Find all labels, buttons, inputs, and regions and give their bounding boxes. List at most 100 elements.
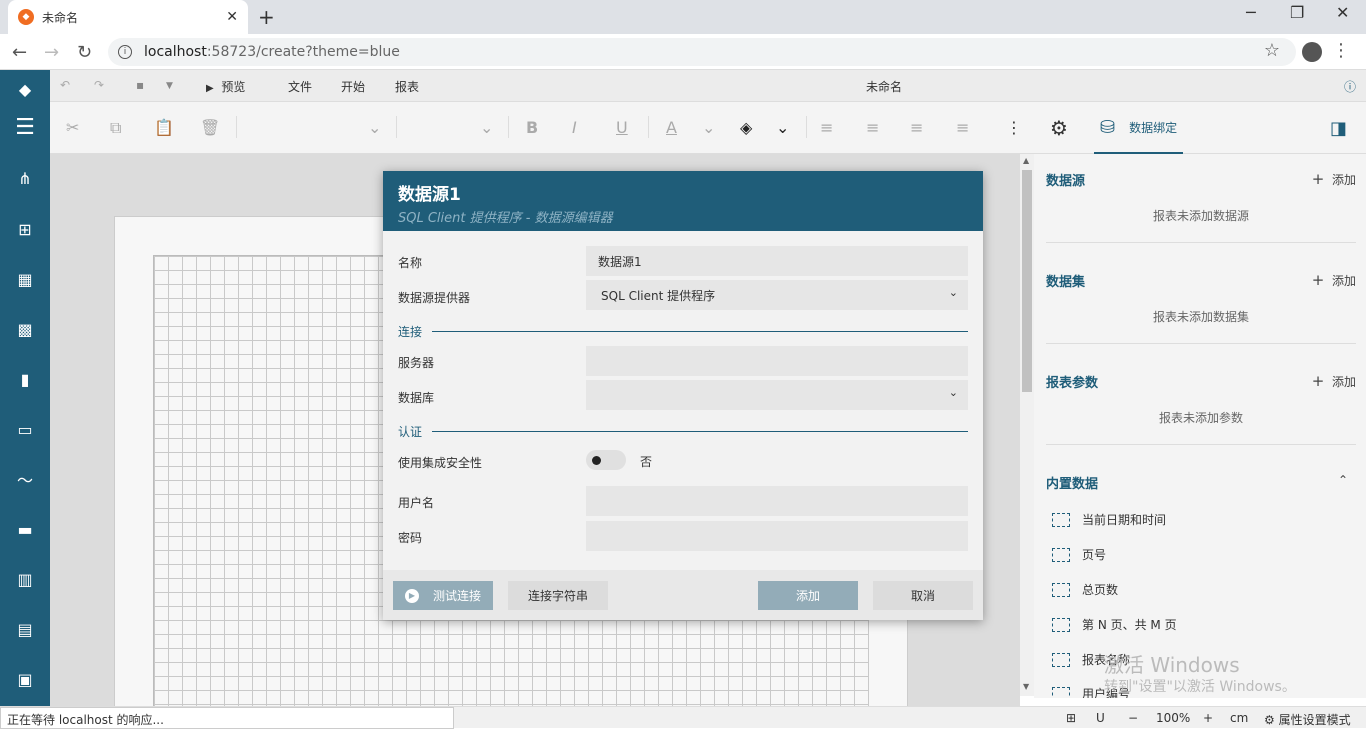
barcode-icon[interactable]: ▥ bbox=[13, 567, 37, 591]
minimize-icon[interactable]: ─ bbox=[1246, 3, 1256, 22]
add-parameter-button[interactable]: + 添加 bbox=[1312, 372, 1356, 390]
list-item[interactable]: 总页数 bbox=[1052, 581, 1118, 598]
integrated-security-toggle[interactable] bbox=[586, 450, 626, 470]
list-item[interactable]: 第 N 页、共 M 页 bbox=[1052, 616, 1177, 633]
italic-icon[interactable]: I bbox=[572, 118, 577, 137]
undo-icon[interactable]: ↶ bbox=[60, 78, 70, 92]
save-dropdown-icon[interactable]: ▼ bbox=[166, 81, 173, 91]
database-select[interactable]: ⌄ bbox=[586, 380, 968, 410]
property-mode-button[interactable]: ⚙ 属性设置模式 bbox=[1264, 711, 1351, 728]
divider bbox=[396, 116, 397, 138]
hamburger-menu-icon[interactable]: ☰ bbox=[13, 115, 37, 140]
save-icon[interactable]: ▪ bbox=[136, 78, 144, 92]
justify-icon[interactable]: ≡ bbox=[956, 118, 969, 137]
properties-gear-icon[interactable]: ⚙ bbox=[1050, 102, 1068, 154]
add-dataset-button[interactable]: + 添加 bbox=[1312, 271, 1356, 289]
server-input[interactable] bbox=[586, 346, 968, 376]
fill-color-dropdown-icon[interactable]: ⌄ bbox=[776, 118, 789, 137]
image-icon[interactable]: ▣ bbox=[13, 667, 37, 691]
app-logo-icon: ◆ bbox=[18, 79, 32, 99]
table-icon[interactable]: ▦ bbox=[13, 267, 37, 291]
tab-report[interactable]: 报表 bbox=[395, 78, 419, 95]
integrated-security-label: 使用集成安全性 bbox=[398, 456, 483, 470]
delete-icon[interactable]: 🗑 bbox=[200, 118, 220, 137]
textbox-icon[interactable]: ▭ bbox=[13, 417, 37, 441]
align-right-icon[interactable]: ≡ bbox=[910, 118, 923, 137]
section-title: 数据源 bbox=[1046, 174, 1086, 189]
tab-file[interactable]: 文件 bbox=[288, 78, 312, 95]
cut-icon[interactable]: ✂ bbox=[66, 118, 79, 137]
close-tab-icon[interactable]: ✕ bbox=[226, 9, 238, 25]
username-input[interactable] bbox=[586, 486, 968, 516]
tab-data-binding[interactable]: ⛁ 数据绑定 bbox=[1094, 102, 1184, 154]
about-info-icon[interactable]: ⓘ bbox=[1344, 78, 1356, 95]
matrix-icon[interactable]: ▩ bbox=[13, 317, 37, 341]
restore-icon[interactable]: ❐ bbox=[1290, 3, 1304, 22]
test-connection-button[interactable]: ▶ 测试连接 bbox=[393, 581, 493, 610]
redo-icon[interactable]: ↷ bbox=[94, 78, 104, 92]
database-icon: ⛁ bbox=[1100, 116, 1116, 138]
zoom-in-icon[interactable]: + bbox=[1203, 711, 1213, 725]
cancel-button[interactable]: 取消 bbox=[873, 581, 973, 610]
bookmark-star-icon[interactable]: ☆ bbox=[1264, 40, 1280, 61]
browser-tab[interactable]: ◆ 未命名 ✕ bbox=[8, 0, 248, 34]
tab-start[interactable]: 开始 bbox=[341, 78, 366, 104]
url-field[interactable]: i localhost:58723/create?theme=blue bbox=[108, 38, 1296, 66]
scrollbar-thumb[interactable] bbox=[1022, 170, 1032, 392]
richtext-icon[interactable]: ▤ bbox=[13, 617, 37, 641]
name-input[interactable]: 数据源1 bbox=[586, 246, 968, 276]
provider-select[interactable]: SQL Client 提供程序 ⌄ bbox=[586, 280, 968, 310]
connection-string-button[interactable]: 连接字符串 bbox=[508, 581, 608, 610]
add-datasource-button[interactable]: + 添加 bbox=[1312, 170, 1356, 188]
close-window-icon[interactable]: ✕ bbox=[1336, 3, 1349, 22]
canvas-scrollbar[interactable]: ▲ ▼ bbox=[1020, 154, 1034, 696]
activation-watermark-sub: 转到"设置"以激活 Windows。 bbox=[1104, 679, 1296, 695]
play-icon: ▶ bbox=[206, 83, 214, 94]
grid-toggle-icon[interactable]: ⊞ bbox=[1066, 711, 1076, 725]
reload-icon[interactable]: ↻ bbox=[77, 42, 92, 63]
fill-color-icon[interactable]: ◈ bbox=[740, 118, 752, 137]
collapse-builtin-icon[interactable]: ⌃ bbox=[1338, 473, 1348, 487]
bar-chart-icon[interactable]: ▮ bbox=[13, 367, 37, 391]
underline-icon[interactable]: U bbox=[616, 118, 628, 137]
bold-icon[interactable]: B bbox=[526, 118, 538, 137]
list-item[interactable]: 当前日期和时间 bbox=[1052, 511, 1166, 528]
forward-icon[interactable]: → bbox=[44, 42, 59, 63]
font-family-dropdown-icon[interactable]: ⌄ bbox=[368, 118, 381, 137]
snap-toggle-icon[interactable]: U bbox=[1096, 711, 1105, 725]
empty-message: 报表未添加参数 bbox=[1158, 411, 1243, 425]
add-button[interactable]: 添加 bbox=[758, 581, 858, 610]
font-color-icon[interactable]: A bbox=[666, 118, 677, 137]
password-input[interactable] bbox=[586, 521, 968, 551]
sparkline-icon[interactable]: 〜 bbox=[13, 467, 37, 491]
back-icon[interactable]: ← bbox=[12, 42, 27, 63]
datasource-editor-dialog: 数据源1 SQL Client 提供程序 - 数据源编辑器 名称 数据源1 数据… bbox=[383, 171, 983, 620]
align-center-icon[interactable]: ≡ bbox=[866, 118, 879, 137]
unit-selector[interactable]: cm bbox=[1230, 711, 1248, 725]
new-tab-button[interactable]: + bbox=[258, 5, 275, 29]
copy-icon[interactable]: ⧉ bbox=[110, 118, 121, 138]
account-avatar-icon[interactable] bbox=[1302, 42, 1322, 62]
zoom-out-icon[interactable]: − bbox=[1128, 711, 1138, 725]
paste-icon[interactable]: 📋 bbox=[154, 118, 174, 137]
username-label: 用户名 bbox=[398, 496, 435, 510]
align-left-icon[interactable]: ≡ bbox=[820, 118, 833, 137]
font-color-dropdown-icon[interactable]: ⌄ bbox=[702, 118, 715, 137]
browser-menu-icon[interactable]: ⋮ bbox=[1332, 40, 1350, 61]
collapse-panel-icon[interactable]: ◨ bbox=[1330, 102, 1347, 154]
list-item[interactable]: 页号 bbox=[1052, 546, 1106, 563]
zoom-level[interactable]: 100% bbox=[1156, 711, 1190, 725]
preview-button[interactable]: ▶ 预览 bbox=[206, 78, 245, 95]
scroll-up-icon[interactable]: ▲ bbox=[1023, 156, 1029, 165]
dialog-subtitle: SQL Client 提供程序 - 数据源编辑器 bbox=[398, 211, 613, 226]
databar-icon[interactable]: ▬ bbox=[13, 517, 37, 541]
more-options-icon[interactable]: ⋮ bbox=[1006, 118, 1022, 137]
report-explorer-icon[interactable]: ⋔ bbox=[13, 166, 37, 190]
components-icon[interactable]: ⊞ bbox=[13, 217, 37, 241]
scroll-down-icon[interactable]: ▼ bbox=[1023, 682, 1029, 691]
divider bbox=[806, 116, 807, 138]
gear-icon: ⚙ bbox=[1264, 713, 1275, 727]
font-size-dropdown-icon[interactable]: ⌄ bbox=[480, 118, 493, 137]
add-label: 添加 bbox=[1331, 173, 1356, 187]
site-info-icon[interactable]: i bbox=[118, 45, 132, 59]
